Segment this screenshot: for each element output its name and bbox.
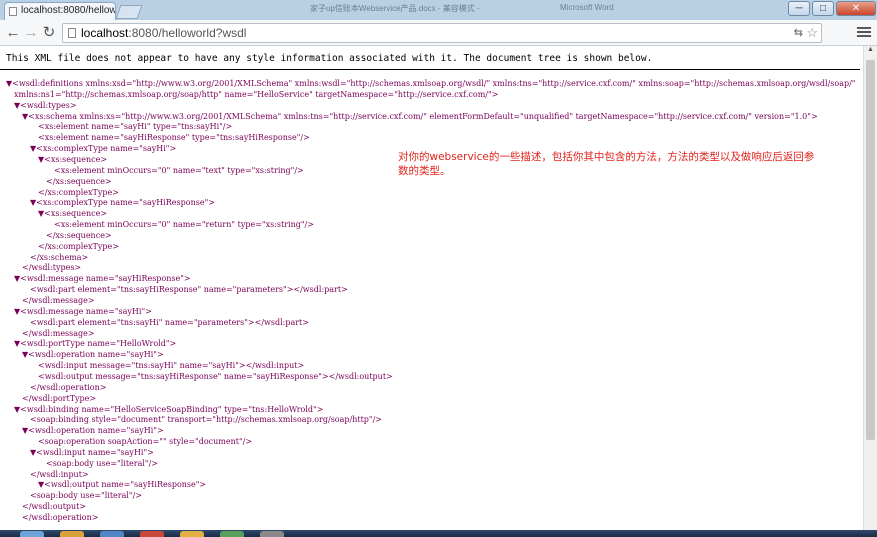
xml-line: <xs:element minOccurs="0" name="return" … [54, 220, 314, 230]
xml-line: </xs:complexType> [38, 187, 119, 197]
reload-icon[interactable]: ↻ [40, 24, 58, 42]
xml-line[interactable]: ▼<xs:sequence> [38, 209, 107, 219]
xml-line[interactable]: ▼<wsdl:types> [14, 101, 77, 111]
translate-icon[interactable]: ⇆ [794, 26, 803, 39]
xml-line: <soap:binding style="document" transport… [30, 415, 382, 425]
taskbar-app-icon[interactable] [60, 531, 84, 537]
background-window-app: Microsoft Word [560, 3, 614, 12]
taskbar-app-icon[interactable] [140, 531, 164, 537]
xml-line: </xs:schema> [30, 252, 89, 262]
windows-taskbar [0, 530, 877, 537]
scroll-up-icon[interactable]: ▲ [864, 46, 877, 58]
xml-line[interactable]: ▼<xs:schema xmlns:xs="http://www.w3.org/… [22, 112, 818, 122]
scrollbar-thumb[interactable] [866, 60, 875, 440]
xml-line: <wsdl:part element="tns:sayHiResponse" n… [30, 285, 348, 295]
url-text[interactable]: localhost:8080/helloworld?wsdl [81, 26, 246, 40]
xml-line: </xs:sequence> [46, 230, 112, 240]
tab-title: localhost:8080/hellowo [21, 5, 116, 16]
xml-line[interactable]: ▼<wsdl:binding name="HelloServiceSoapBin… [14, 405, 323, 415]
back-arrow-icon[interactable]: ← [4, 24, 22, 42]
vertical-scrollbar[interactable]: ▲ [863, 46, 877, 534]
xml-line[interactable]: ▼<wsdl:operation name="sayHi"> [22, 350, 164, 360]
forward-arrow-icon[interactable]: → [22, 24, 40, 42]
browser-toolbar: ← → ↻ localhost:8080/helloworld?wsdl ⇆ ☆ [0, 20, 877, 46]
xml-line[interactable]: ▼<wsdl:input name="sayHi"> [30, 448, 154, 458]
xml-line[interactable]: ▼<xs:sequence> [38, 155, 107, 165]
xml-line: </wsdl:operation> [22, 513, 99, 522]
background-window-title: 家子up信账本Webservice产品.docx - 兼容模式 - [310, 4, 480, 13]
tab-strip: localhost:8080/hellowo 家子up信账本Webservice… [0, 0, 877, 20]
xml-line[interactable]: ▼<wsdl:message name="sayHiResponse"> [14, 274, 191, 284]
page-info-icon[interactable] [68, 28, 76, 38]
address-bar[interactable]: localhost:8080/helloworld?wsdl ⇆ ☆ [62, 23, 822, 43]
taskbar-app-icon[interactable] [220, 531, 244, 537]
xml-line: </wsdl:output> [22, 502, 87, 512]
new-tab-button[interactable] [115, 5, 143, 19]
xml-line[interactable]: ▼<xs:complexType name="sayHi"> [30, 144, 176, 154]
menu-icon[interactable] [857, 25, 871, 39]
xml-line[interactable]: ▼<wsdl:definitions xmlns:xsd="http://www… [6, 79, 855, 89]
xml-line[interactable]: ▼<wsdl:message name="sayHi"> [14, 307, 152, 317]
taskbar-app-icon[interactable] [100, 531, 124, 537]
close-button[interactable]: ✕ [836, 1, 876, 16]
minimize-button[interactable]: ─ [788, 1, 810, 16]
xml-line: <xs:element name="sayHi" type="tns:sayHi… [38, 122, 233, 132]
browser-tab[interactable]: localhost:8080/hellowo [4, 2, 116, 20]
xml-line: <soap:body use="literal"/> [46, 458, 159, 468]
xml-line[interactable]: ▼<wsdl:portType name="HelloWrold"> [14, 339, 176, 349]
xml-line: <soap:body use="literal"/> [30, 491, 143, 501]
bookmark-star-icon[interactable]: ☆ [806, 25, 818, 41]
xml-tree: ▼<wsdl:definitions xmlns:xsd="http://www… [0, 79, 877, 534]
xml-line: </wsdl:message> [22, 328, 95, 338]
xml-line: <wsdl:part element="tns:sayHi" name="par… [30, 317, 309, 327]
page-icon [9, 7, 17, 16]
notice-divider [0, 69, 860, 70]
xml-line: <xs:element name="sayHiResponse" type="t… [38, 133, 310, 143]
xml-style-notice: This XML file does not appear to have an… [6, 53, 653, 64]
xml-line[interactable]: ▼<wsdl:output name="sayHiResponse"> [38, 480, 206, 490]
taskbar-start-icon[interactable] [20, 531, 44, 537]
xml-line: </wsdl:operation> [30, 382, 107, 392]
taskbar-app-icon[interactable] [180, 531, 204, 537]
xml-line: </wsdl:types> [22, 263, 82, 273]
url-host: localhost [81, 26, 129, 40]
xml-line: <wsdl:input message="tns:sayHi" name="sa… [38, 361, 305, 371]
xml-line: xmlns:ns1="http://schemas.xmlsoap.org/so… [14, 89, 499, 99]
red-annotation-text: 对你的webservice的一些描述，包括你其中包含的方法，方法的类型以及做响应… [398, 151, 815, 177]
xml-line[interactable]: ▼<xs:complexType name="sayHiResponse"> [30, 198, 215, 208]
xml-line: </xs:complexType> [38, 241, 119, 251]
taskbar-app-icon[interactable] [260, 531, 284, 537]
xml-line: </wsdl:portType> [22, 393, 97, 403]
xml-line: <soap:operation soapAction="" style="doc… [38, 437, 253, 447]
xml-line: <wsdl:output message="tns:sayHiResponse"… [38, 371, 393, 381]
xml-line: </wsdl:input> [30, 469, 89, 479]
xml-line: </wsdl:message> [22, 296, 95, 305]
xml-line: <xs:element minOccurs="0" name="text" ty… [54, 165, 304, 175]
xml-line[interactable]: ▼<wsdl:operation name="sayHi"> [22, 426, 164, 436]
maximize-button[interactable]: □ [812, 1, 834, 16]
xml-line: </xs:sequence> [46, 176, 112, 186]
url-path: :8080/helloworld?wsdl [128, 26, 247, 40]
